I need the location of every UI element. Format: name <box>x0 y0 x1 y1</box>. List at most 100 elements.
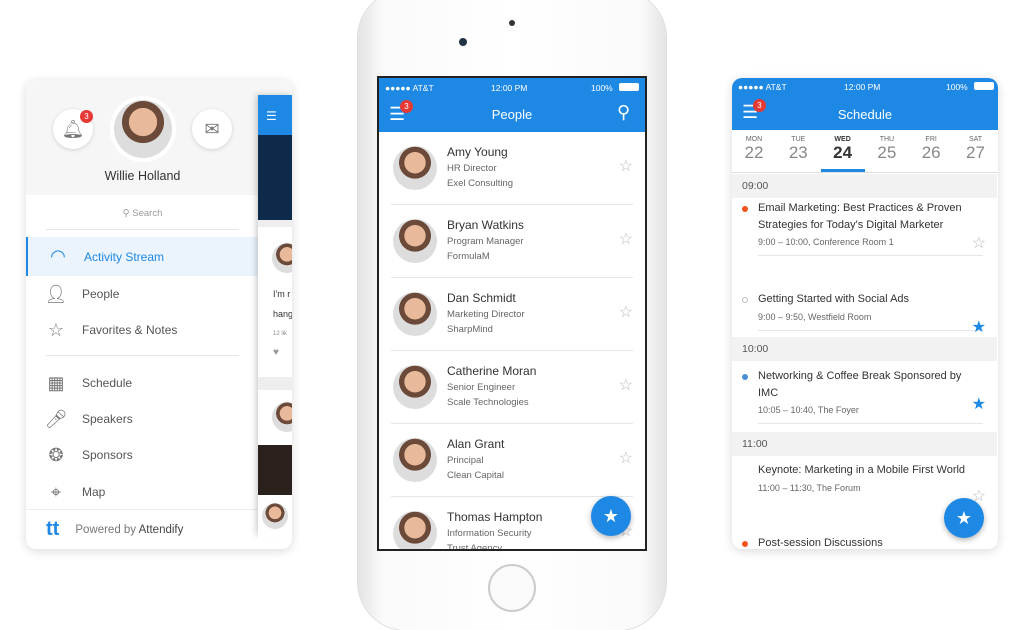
search-input[interactable]: ⚲ Search <box>46 208 239 230</box>
divider <box>46 355 239 356</box>
star-icon[interactable]: ☆ <box>619 302 633 322</box>
carrier: ●●●●● AT&T <box>385 83 434 93</box>
session-item[interactable]: Keynote: Marketing in a Mobile First Wor… <box>758 462 983 493</box>
person-role: Program Manager <box>447 236 524 247</box>
person-name: Alan Grant <box>447 437 505 451</box>
day-tab[interactable]: WED 24 <box>820 130 865 172</box>
menu-item-favorites[interactable]: ☆ Favorites & Notes <box>26 312 292 348</box>
favorite-star-icon[interactable]: ★ <box>972 394 986 414</box>
person-row[interactable]: Catherine Moran Senior Engineer Scale Te… <box>391 351 633 424</box>
session-item[interactable]: Getting Started with Social Ads 9:00 – 9:… <box>758 291 983 331</box>
person-role: Principal <box>447 455 484 466</box>
avatar[interactable] <box>114 100 172 158</box>
battery-icon <box>974 82 994 90</box>
person-row[interactable]: Alan Grant Principal Clean Capital ☆ <box>391 424 633 497</box>
day-tab[interactable]: THU 25 <box>865 130 909 163</box>
person-row[interactable]: Dan Schmidt Marketing Director SharpMind… <box>391 278 633 351</box>
menu-item-map[interactable]: ⌖ Map <box>26 474 292 510</box>
clock: 12:00 PM <box>844 82 881 92</box>
home-button[interactable] <box>488 564 536 612</box>
session-meta: 10:05 – 10:40, The Foyer <box>758 405 859 415</box>
day-of-week: SAT <box>968 136 983 143</box>
menu-item-sponsors[interactable]: ❂ Sponsors <box>26 437 292 473</box>
session-list: 09:00 Email Marketing: Best Practices & P… <box>732 174 998 549</box>
people-screen: ●●●●● AT&T 12:00 PM 100% ☰ 3 People ⚲ Am… <box>377 76 647 551</box>
peek-banner <box>258 135 292 220</box>
day-tab[interactable]: TUE 23 <box>776 130 820 163</box>
track-dot <box>742 374 748 380</box>
day-number: 24 <box>833 143 853 162</box>
day-number: 26 <box>921 143 941 162</box>
attendify-logo: tt <box>46 518 60 540</box>
person-role: Senior Engineer <box>447 382 516 393</box>
post-text: hang <box>273 309 292 319</box>
microphone-icon: 🎤︎ <box>44 408 68 429</box>
underlying-screen-peek[interactable]: ☰ I'm r hang 12 lik ♥ <box>258 95 292 540</box>
day-of-week: TUE <box>791 136 806 143</box>
menu-item-schedule[interactable]: ▦ Schedule <box>26 365 292 401</box>
map-pin-icon: ⌖ <box>50 481 62 502</box>
menu-screen: 🔔︎ 3 ✉ Willie Holland ⚲ Search ◠ Activity… <box>26 80 292 549</box>
person-name: Catherine Moran <box>447 364 537 378</box>
wifi-icon: ◠ <box>50 246 66 266</box>
day-tab[interactable]: MON 22 <box>732 130 776 163</box>
day-of-week: MON <box>745 136 763 143</box>
hour-header: 09:00 <box>732 174 997 198</box>
day-of-week: WED <box>834 136 851 143</box>
day-number: 27 <box>966 143 985 162</box>
day-number: 22 <box>744 143 764 162</box>
favorite-star-icon[interactable]: ★ <box>972 317 986 337</box>
search-icon[interactable]: ⚲ <box>617 102 630 123</box>
favorites-fab[interactable]: ★ <box>591 496 631 536</box>
star-icon: ★ <box>955 508 973 528</box>
menu-item-activity-stream[interactable]: ◠ Activity Stream <box>26 237 292 276</box>
day-number: 25 <box>877 143 897 162</box>
nav-bar: ●●●●● AT&T 12:00 PM 100% ☰ 3 Schedule <box>732 78 998 130</box>
person-company: FormulaM <box>447 251 490 262</box>
session-item[interactable]: Email Marketing: Best Practices & Proven… <box>758 200 983 256</box>
star-icon[interactable]: ☆ <box>619 448 633 468</box>
screen-title: People <box>491 107 533 122</box>
notification-badge: 3 <box>80 110 93 123</box>
person-role: Information Security <box>447 528 532 539</box>
hour-header: 10:00 <box>732 337 997 361</box>
person-role: HR Director <box>447 163 497 174</box>
messages-button[interactable]: ✉ <box>192 109 232 149</box>
favorite-star-icon[interactable]: ☆ <box>972 233 986 253</box>
person-row[interactable]: Bryan Watkins Program Manager FormulaM ☆ <box>391 205 633 278</box>
day-selector: MON 22 TUE 23 WED 24 THU 25 FRI 26 SAT 27 <box>732 130 998 173</box>
track-dot <box>742 206 748 212</box>
avatar[interactable] <box>262 503 288 529</box>
peek-nav-bar: ☰ <box>258 95 292 135</box>
people-icon: 👤︎ <box>44 283 68 304</box>
person-company: Scale Technologies <box>447 397 529 408</box>
avatar <box>393 146 437 190</box>
schedule-screen: ●●●●● AT&T 12:00 PM 100% ☰ 3 Schedule MO… <box>732 78 998 549</box>
session-title: Getting Started with Social Ads <box>758 293 910 305</box>
star-icon[interactable]: ☆ <box>619 375 633 395</box>
star-icon: ★ <box>602 506 620 526</box>
menu-item-people[interactable]: 👤︎ People <box>26 276 292 312</box>
favorites-fab[interactable]: ★ <box>944 498 984 538</box>
person-name: Dan Schmidt <box>447 291 516 305</box>
clock: 12:00 PM <box>491 83 528 93</box>
heart-icon[interactable]: ♥ <box>273 347 279 358</box>
session-item[interactable]: Networking & Coffee Break Sponsored by I… <box>758 368 983 424</box>
search-icon: ⚲ <box>122 208 133 219</box>
camera <box>459 38 467 46</box>
day-tab[interactable]: SAT 27 <box>954 130 998 163</box>
award-icon: ❂ <box>48 444 64 465</box>
person-company: Trust Agency <box>447 543 503 551</box>
person-row[interactable]: Amy Young HR Director Exel Consulting ☆ <box>391 132 633 205</box>
battery-icon <box>619 83 639 91</box>
day-tab[interactable]: FRI 26 <box>909 130 953 163</box>
battery: 100% <box>591 83 613 93</box>
post-text: I'm r <box>273 289 291 299</box>
menu-item-speakers[interactable]: 🎤︎ Speakers <box>26 401 292 437</box>
star-icon[interactable]: ☆ <box>619 229 633 249</box>
star-icon[interactable]: ☆ <box>619 156 633 176</box>
star-icon: ☆ <box>47 319 65 340</box>
session-item[interactable]: Post-session Discussions <box>758 535 983 549</box>
avatar <box>393 219 437 263</box>
track-dot <box>742 541 748 547</box>
